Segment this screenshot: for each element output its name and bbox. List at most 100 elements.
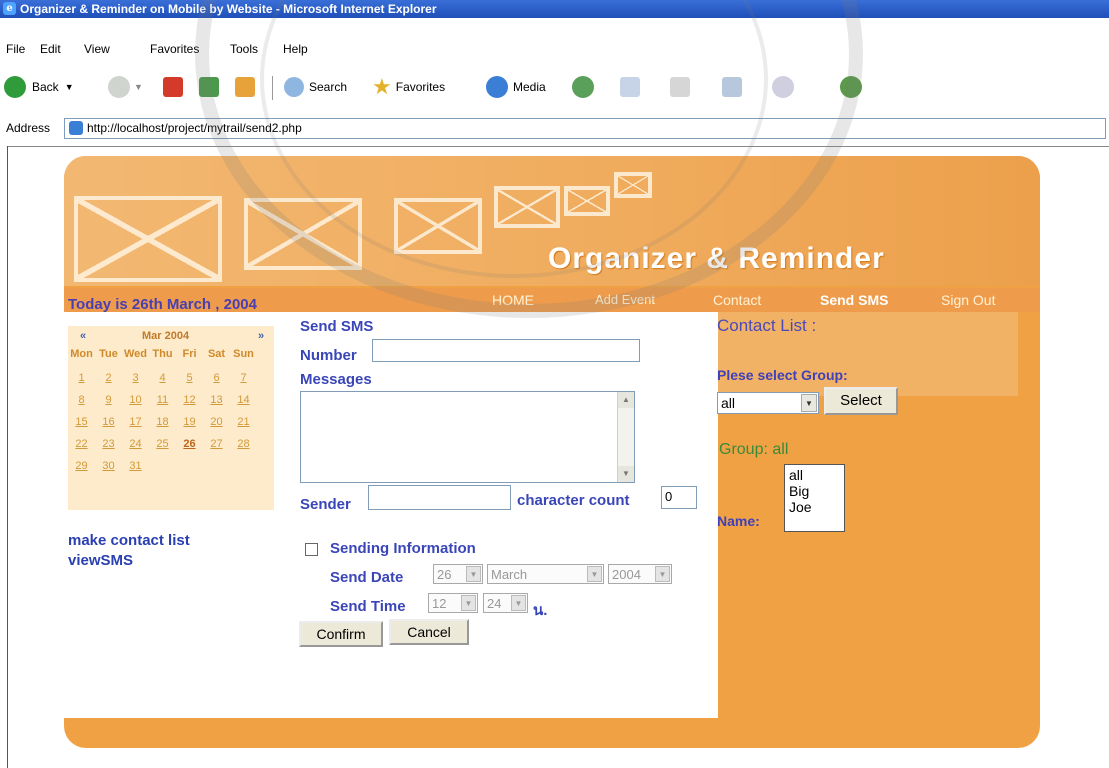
calendar-day[interactable]: 18 xyxy=(149,416,176,438)
menu-help[interactable]: Help xyxy=(283,39,308,59)
message-textarea[interactable]: ▲ ▼ xyxy=(300,391,635,483)
calendar-day[interactable]: 7 xyxy=(230,372,257,394)
calendar-day[interactable]: 2 xyxy=(95,372,122,394)
hour-value: 12 xyxy=(432,596,447,611)
messenger-button[interactable] xyxy=(840,70,862,104)
mail-button[interactable] xyxy=(620,70,640,104)
page-icon xyxy=(69,121,83,135)
calendar-day[interactable]: 30 xyxy=(95,460,122,482)
refresh-button[interactable] xyxy=(199,70,219,104)
sender-label: Sender xyxy=(300,496,351,513)
nav-send-sms[interactable]: Send SMS xyxy=(820,292,888,308)
back-button[interactable]: Back ▼ xyxy=(4,70,74,104)
calendar-day[interactable]: 3 xyxy=(122,372,149,394)
send-time-minute-select[interactable]: 24 ▼ xyxy=(483,593,528,613)
forward-button[interactable]: ▼ xyxy=(108,70,143,104)
weekday-label: Wed xyxy=(123,348,148,360)
discuss-button[interactable] xyxy=(772,70,794,104)
envelope-icon xyxy=(564,186,610,216)
address-input[interactable]: http://localhost/project/mytrail/send2.p… xyxy=(64,118,1106,139)
calendar-day[interactable]: 25 xyxy=(149,438,176,460)
send-time-hour-select[interactable]: 12 ▼ xyxy=(428,593,478,613)
calendar-day[interactable]: 9 xyxy=(95,394,122,416)
calendar-prev-button[interactable]: « xyxy=(80,330,86,342)
select-group-button[interactable]: Select xyxy=(824,387,898,415)
calendar-day[interactable]: 6 xyxy=(203,372,230,394)
name-listbox[interactable]: all Big Joe xyxy=(784,464,845,532)
nav-sign-out[interactable]: Sign Out xyxy=(941,292,995,308)
name-option[interactable]: all xyxy=(789,467,840,483)
calendar-day[interactable]: 15 xyxy=(68,416,95,438)
textarea-scrollbar[interactable]: ▲ ▼ xyxy=(617,392,634,482)
messages-label: Messages xyxy=(300,371,372,388)
calendar-day[interactable]: 19 xyxy=(176,416,203,438)
calendar-day[interactable]: 10 xyxy=(122,394,149,416)
favorites-button[interactable]: ★ Favorites xyxy=(372,70,445,104)
menu-tools[interactable]: Tools xyxy=(230,39,258,59)
edit-button[interactable] xyxy=(722,70,742,104)
calendar-day[interactable]: 22 xyxy=(68,438,95,460)
calendar-grid: 1 2 3 4 5 6 7 8 9 10 11 12 13 14 15 16 17 18 19 20 21 22 23 24 2… xyxy=(68,372,274,482)
calendar-day[interactable]: 4 xyxy=(149,372,176,394)
address-bar: Address http://localhost/project/mytrail… xyxy=(0,117,1109,139)
sending-info-checkbox[interactable] xyxy=(305,543,318,556)
print-button[interactable] xyxy=(670,70,690,104)
name-option[interactable]: Big xyxy=(789,483,840,499)
calendar-day[interactable]: 14 xyxy=(230,394,257,416)
calendar-day[interactable]: 5 xyxy=(176,372,203,394)
name-label: Name: xyxy=(717,513,760,529)
toolbar: Back ▼ ▼ Search ★ Favorites Media xyxy=(0,70,1109,104)
site-title: Organizer & Reminder xyxy=(548,242,885,275)
calendar-day[interactable]: 8 xyxy=(68,394,95,416)
menu-favorites[interactable]: Favorites xyxy=(150,39,199,59)
home-button[interactable] xyxy=(235,70,255,104)
calendar-day[interactable]: 27 xyxy=(203,438,230,460)
calendar-day[interactable]: 11 xyxy=(149,394,176,416)
group-select[interactable]: all ▼ xyxy=(717,392,819,414)
scroll-down-icon[interactable]: ▼ xyxy=(618,466,634,482)
calendar-day[interactable]: 28 xyxy=(230,438,257,460)
calendar-day[interactable]: 21 xyxy=(230,416,257,438)
history-button[interactable] xyxy=(572,70,594,104)
calendar-week-row: 8 9 10 11 12 13 14 xyxy=(68,394,274,416)
calendar-day[interactable]: 24 xyxy=(122,438,149,460)
media-button[interactable]: Media xyxy=(486,70,546,104)
scroll-up-icon[interactable]: ▲ xyxy=(618,392,634,408)
calendar-day[interactable]: 16 xyxy=(95,416,122,438)
calendar-day[interactable]: 29 xyxy=(68,460,95,482)
calendar-day[interactable]: 26 xyxy=(176,438,203,460)
calendar-day[interactable]: 20 xyxy=(203,416,230,438)
view-sms-link[interactable]: viewSMS xyxy=(68,552,133,569)
calendar-day[interactable]: 31 xyxy=(122,460,149,482)
weekday-label: Tue xyxy=(99,348,118,360)
calendar-header: « Mar 2004 » xyxy=(68,326,274,344)
weekday-label: Thu xyxy=(152,348,173,360)
window-titlebar: e Organizer & Reminder on Mobile by Webs… xyxy=(0,0,1109,18)
menu-file[interactable]: File xyxy=(6,39,25,59)
nav-contact[interactable]: Contact xyxy=(713,292,761,308)
menu-view[interactable]: View xyxy=(84,39,110,59)
menu-edit[interactable]: Edit xyxy=(40,39,61,59)
character-count-input[interactable]: 0 xyxy=(661,486,697,509)
cancel-button[interactable]: Cancel xyxy=(389,619,469,645)
name-option[interactable]: Joe xyxy=(789,499,840,515)
home-icon xyxy=(235,77,255,97)
make-contact-list-link[interactable]: make contact list xyxy=(68,532,190,549)
calendar-day[interactable]: 17 xyxy=(122,416,149,438)
nav-home[interactable]: HOME xyxy=(492,292,534,308)
search-button[interactable]: Search xyxy=(284,70,347,104)
send-date-day-select[interactable]: 26 ▼ xyxy=(433,564,483,584)
calendar-day[interactable]: 13 xyxy=(203,394,230,416)
calendar-day[interactable]: 1 xyxy=(68,372,95,394)
sender-input[interactable] xyxy=(368,485,511,510)
calendar-next-button[interactable]: » xyxy=(258,330,264,342)
send-date-year-select[interactable]: 2004 ▼ xyxy=(608,564,672,584)
send-date-month-select[interactable]: March ▼ xyxy=(487,564,604,584)
confirm-button[interactable]: Confirm xyxy=(299,621,383,647)
send-date-label: Send Date xyxy=(330,569,404,586)
calendar-day[interactable]: 23 xyxy=(95,438,122,460)
stop-button[interactable] xyxy=(163,70,183,104)
number-input[interactable] xyxy=(372,339,640,362)
nav-add-event[interactable]: Add Event xyxy=(595,292,655,307)
calendar-day[interactable]: 12 xyxy=(176,394,203,416)
